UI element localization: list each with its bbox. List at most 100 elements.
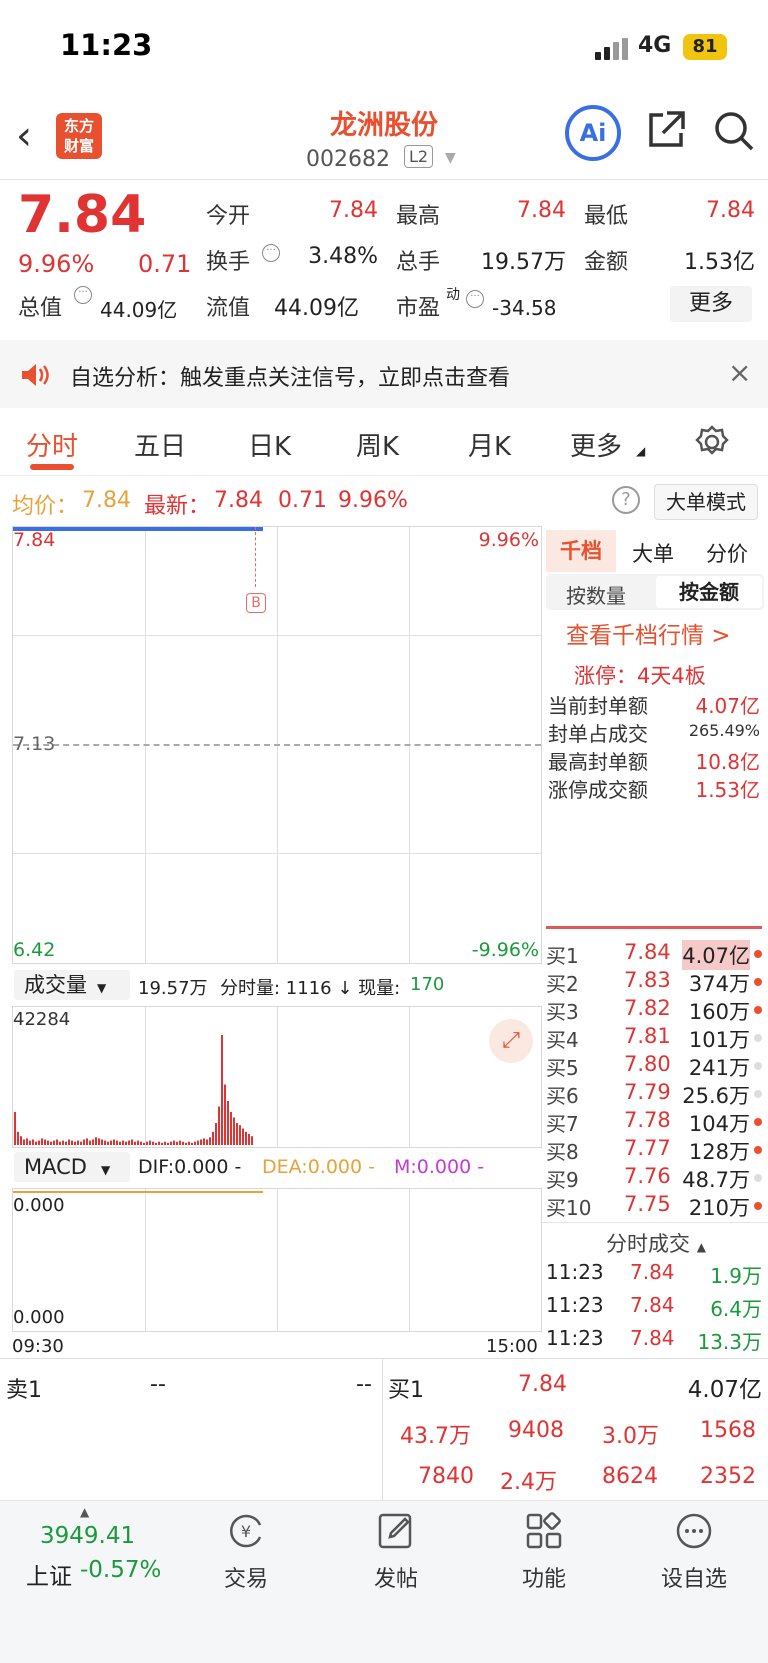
more-icon: [676, 1513, 712, 1549]
price-chart[interactable]: B 7.84 9.96% 7.13 6.42 -9.96%: [12, 526, 542, 964]
volume-bar: [158, 1141, 160, 1145]
volume-bar: [89, 1140, 91, 1145]
x-axis-start: 09:30: [12, 1336, 64, 1357]
last-value: 7.84: [214, 488, 263, 513]
expand-icon[interactable]: ⤢: [489, 1019, 533, 1063]
order-cell: 7840: [418, 1464, 474, 1489]
notice-banner[interactable]: 自选分析：触发重点关注信号，立即点击查看 ×: [0, 340, 768, 408]
tab-weekly-k[interactable]: 周K: [356, 426, 399, 463]
high-value: 7.84: [517, 198, 566, 223]
bid-row[interactable]: 买9 7.76 48.7万: [546, 1164, 764, 1192]
search-icon[interactable]: [712, 109, 756, 153]
tab-intraday[interactable]: 分时: [26, 426, 78, 463]
bid-row[interactable]: 买10 7.75 210万: [546, 1192, 764, 1220]
tab-price-split[interactable]: 分价: [706, 538, 748, 568]
volume-bar: [128, 1140, 130, 1145]
pe-label: 市盈: [396, 296, 441, 321]
tab-daily-k[interactable]: 日K: [248, 426, 291, 463]
volume-bar: [188, 1141, 190, 1145]
tab-five-day[interactable]: 五日: [134, 426, 186, 463]
volume-bar: [23, 1139, 25, 1145]
volume-bar: [131, 1139, 133, 1145]
volume-bar: [29, 1140, 31, 1145]
share-icon[interactable]: [645, 109, 687, 151]
volume-bar: [20, 1136, 22, 1145]
bid-price: 7.76: [624, 1164, 671, 1188]
volume-bar: [92, 1139, 94, 1145]
volume-bar: [164, 1141, 166, 1145]
trade-row: 11:23 7.84 6.4万: [546, 1293, 762, 1323]
tab-post[interactable]: 发帖: [356, 1511, 436, 1595]
volume-bar: [242, 1128, 244, 1145]
tab-functions[interactable]: 功能: [504, 1511, 584, 1595]
tab-thousand-level[interactable]: 千档: [546, 530, 616, 572]
order-cell: 1568: [700, 1418, 756, 1443]
tab-big-orders[interactable]: 大单: [632, 538, 674, 568]
macd-selector[interactable]: MACD ▼: [14, 1152, 130, 1182]
settings-icon[interactable]: [694, 424, 730, 460]
bid-price: 7.78: [624, 1108, 671, 1132]
bid-row[interactable]: 买3 7.82 160万: [546, 996, 764, 1024]
bid-level: 买9: [546, 1168, 579, 1192]
bid-level: 买6: [546, 1084, 579, 1108]
level-badge: L2: [404, 145, 434, 168]
bid-row[interactable]: 买1 7.84 4.07亿: [546, 940, 764, 970]
info-icon[interactable]: ···: [262, 244, 280, 262]
tab-more[interactable]: 更多: [570, 426, 622, 463]
volume-bar: [236, 1123, 238, 1145]
close-icon[interactable]: ×: [728, 356, 751, 389]
help-icon[interactable]: ?: [612, 486, 640, 514]
volume-bar: [26, 1138, 28, 1145]
stat-value: 10.8亿: [695, 750, 760, 774]
trades-header[interactable]: 分时成交 ▲: [606, 1228, 706, 1258]
volume-bar: [197, 1140, 199, 1145]
y-axis-max: 7.84: [13, 529, 56, 551]
more-button[interactable]: 更多: [670, 286, 752, 322]
bid-row[interactable]: 买8 7.77 128万: [546, 1136, 764, 1164]
volume-bar: [176, 1141, 178, 1145]
tab-add-watchlist[interactable]: 设自选: [652, 1511, 736, 1595]
tab-by-quantity[interactable]: 按数量: [566, 580, 626, 609]
bid-row[interactable]: 买6 7.79 25.6万: [546, 1080, 764, 1108]
chevron-down-icon: ▼: [97, 981, 107, 995]
info-icon[interactable]: ···: [466, 290, 484, 308]
bid-level: 买4: [546, 1028, 579, 1052]
back-icon[interactable]: ‹: [16, 113, 32, 159]
last-label: 最新：: [144, 494, 211, 519]
stock-name[interactable]: 龙洲股份: [284, 103, 484, 142]
bid-price: 7.81: [624, 1024, 671, 1048]
volume-chart[interactable]: 42284 ⤢: [12, 1006, 542, 1148]
bid-volume: 48.7万: [682, 1168, 750, 1192]
chevron-down-icon[interactable]: ▼: [445, 150, 456, 166]
volume-bar: [17, 1131, 19, 1145]
ai-button[interactable]: Ai: [565, 105, 621, 161]
bid-row[interactable]: 买7 7.78 104万: [546, 1108, 764, 1136]
last-pct: 9.96%: [338, 488, 408, 513]
volume-bar: [155, 1142, 157, 1145]
avg-label: 均价：: [12, 494, 79, 519]
bid-row[interactable]: 买2 7.83 374万: [546, 968, 764, 996]
bid-level: 买1: [546, 944, 579, 968]
amount-label: 金额: [584, 250, 629, 275]
tab-by-amount[interactable]: 按金额: [656, 576, 762, 608]
volume-bar: [41, 1138, 43, 1145]
big-order-mode-button[interactable]: 大单模式: [654, 484, 758, 520]
volume-selector[interactable]: 成交量 ▼: [14, 970, 130, 1000]
buy-marker[interactable]: B: [246, 593, 266, 613]
tab-monthly-k[interactable]: 月K: [468, 426, 511, 463]
volume-bar: [68, 1139, 70, 1145]
ask1-price: --: [150, 1372, 166, 1397]
thousand-level-link[interactable]: 查看千档行情 >: [566, 616, 731, 650]
float-label: 流值: [206, 296, 251, 321]
tab-trade[interactable]: ¥ 交易: [206, 1511, 286, 1595]
bid-dot: [754, 950, 762, 958]
bid-row[interactable]: 买5 7.80 241万: [546, 1052, 764, 1080]
info-icon[interactable]: ···: [74, 286, 92, 304]
macd-chart[interactable]: 0.000 0.000: [12, 1188, 542, 1332]
bottom-tab-bar: ▲ 3949.41 上证 -0.57% ¥ 交易 发帖 功能 设自选: [0, 1500, 768, 1663]
app-logo: 东方 财富: [56, 113, 102, 159]
turnover-label: 换手: [206, 250, 251, 275]
bid-dot: [754, 1174, 762, 1182]
bid-row[interactable]: 买4 7.81 101万: [546, 1024, 764, 1052]
index-widget[interactable]: ▲ 3949.41 上证 -0.57%: [0, 1501, 168, 1601]
